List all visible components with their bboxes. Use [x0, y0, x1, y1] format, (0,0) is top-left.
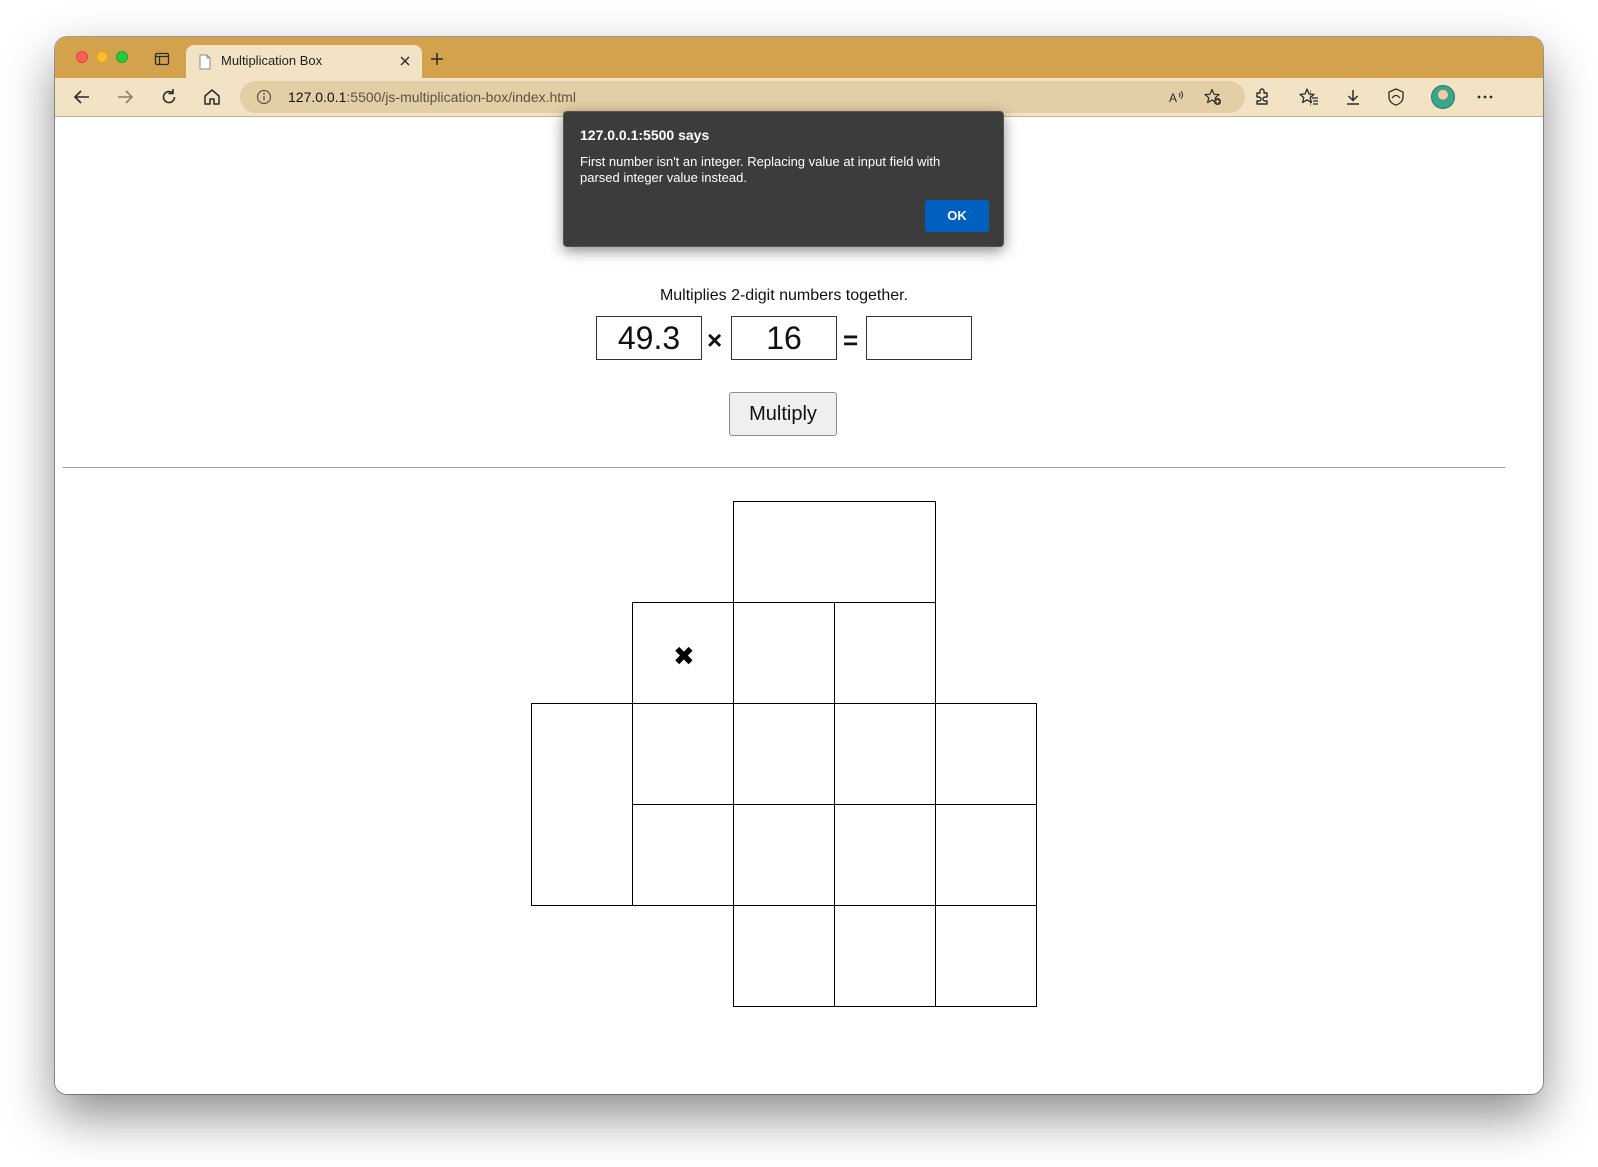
tab-bar: Multiplication Box — [55, 37, 1543, 78]
url-text[interactable]: 127.0.0.1:5500/js-multiplication-box/ind… — [288, 89, 576, 105]
alert-dialog: 127.0.0.1:5500 says First number isn't a… — [563, 111, 1004, 247]
url-path: :5500/js-multiplication-box/index.html — [346, 89, 576, 105]
first-number-input[interactable]: 49.3 — [596, 316, 702, 360]
close-window-button[interactable] — [76, 51, 88, 63]
address-bar[interactable]: 127.0.0.1:5500/js-multiplication-box/ind… — [240, 81, 1245, 113]
new-tab-icon[interactable] — [429, 51, 445, 67]
profile-avatar[interactable] — [1431, 85, 1455, 109]
box-cell — [632, 804, 734, 906]
browser-essentials-icon[interactable] — [1386, 87, 1406, 107]
favorites-icon[interactable] — [1299, 87, 1319, 107]
box-cell — [935, 905, 1037, 1007]
svg-text:A: A — [1169, 91, 1177, 105]
horizontal-rule — [63, 467, 1505, 468]
box-cell — [834, 804, 936, 906]
box-cell — [935, 703, 1037, 805]
extensions-icon[interactable] — [1252, 87, 1272, 107]
box-cell — [834, 602, 936, 704]
read-aloud-icon[interactable]: A — [1168, 88, 1186, 106]
box-times-symbol: ✖ — [673, 641, 695, 671]
result-input[interactable] — [866, 316, 972, 360]
box-cell — [632, 703, 734, 805]
home-icon[interactable] — [202, 87, 222, 107]
box-cell — [935, 804, 1037, 906]
dialog-message: First number isn't an integer. Replacing… — [580, 154, 941, 185]
url-host: 127.0.0.1 — [288, 89, 347, 105]
box-cell — [834, 905, 936, 1007]
box-cell — [733, 703, 835, 805]
tab-actions-icon[interactable] — [154, 51, 170, 67]
box-left-cell — [531, 703, 633, 906]
site-info-icon[interactable] — [256, 89, 272, 105]
tab-multiplication-box[interactable]: Multiplication Box — [186, 45, 422, 78]
forward-icon[interactable] — [115, 87, 135, 107]
downloads-icon[interactable] — [1343, 87, 1363, 107]
zoom-window-button[interactable] — [116, 51, 128, 63]
box-top-cell — [733, 501, 936, 603]
box-cell — [733, 804, 835, 906]
box-cell — [733, 602, 835, 704]
back-icon[interactable] — [72, 87, 92, 107]
box-cell — [834, 703, 936, 805]
page-content: Multiplies 2-digit numbers together. 49.… — [55, 117, 1543, 1094]
dialog-title: 127.0.0.1:5500 says — [580, 127, 710, 143]
times-symbol: × — [707, 325, 723, 355]
tab-title: Multiplication Box — [221, 53, 323, 68]
document-icon — [199, 54, 211, 70]
equals-symbol: = — [843, 325, 859, 355]
minimize-window-button[interactable] — [96, 51, 108, 63]
ok-button[interactable]: OK — [925, 200, 989, 232]
add-favorite-icon[interactable] — [1204, 88, 1222, 106]
more-options-icon[interactable] — [1475, 87, 1495, 107]
desktop: Multiplication Box 127.0.0.1:5500/js-mul… — [0, 0, 1598, 1167]
page-subtitle: Multiplies 2-digit numbers together. — [659, 287, 909, 304]
close-icon[interactable] — [398, 54, 412, 68]
refresh-icon[interactable] — [159, 87, 179, 107]
box-cell — [733, 905, 835, 1007]
second-number-input[interactable]: 16 — [731, 316, 837, 360]
browser-window: Multiplication Box 127.0.0.1:5500/js-mul… — [55, 37, 1543, 1094]
multiply-button[interactable]: Multiply — [729, 392, 837, 436]
